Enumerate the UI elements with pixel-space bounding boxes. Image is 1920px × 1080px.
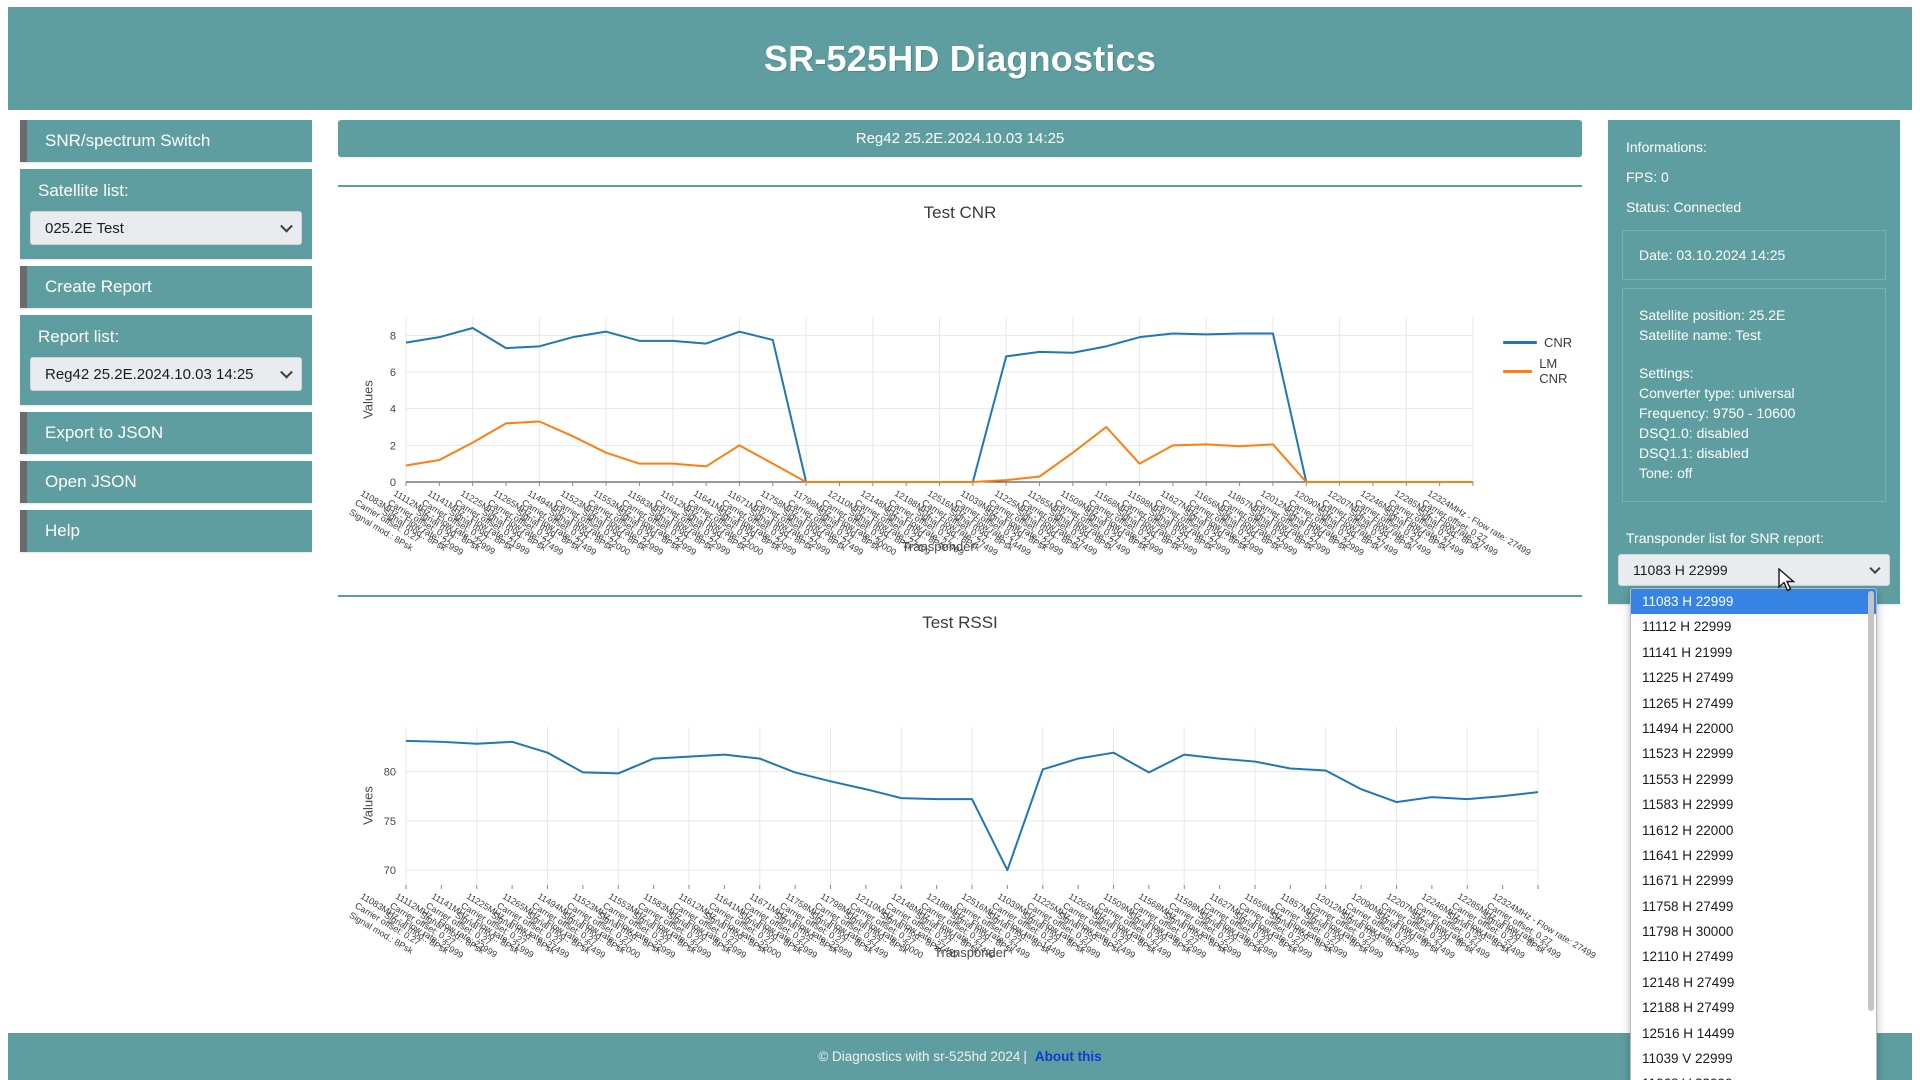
info-tone: Tone: off <box>1639 465 1693 481</box>
app-root: SR-525HD Diagnostics SNR/spectrum Switch… <box>0 0 1920 1080</box>
info-settings-heading: Settings: <box>1639 365 1694 381</box>
y-axis-tick-label: 6 <box>390 367 396 379</box>
y-axis-label: Values <box>360 379 376 419</box>
dropdown-option[interactable]: 11553 H 22999 <box>1631 767 1876 792</box>
chart-test-cnr: Test CNR 0 2 4 6 8 Values 11083MHz - Flow rate… <box>338 187 1582 567</box>
transponder-list-select[interactable]: 11083 H 22999 <box>1618 554 1890 586</box>
dropdown-option[interactable]: 11798 H 30000 <box>1631 919 1876 944</box>
legend-item: CNR <box>1503 335 1582 350</box>
dropdown-option[interactable]: 11141 H 21999 <box>1631 640 1876 665</box>
y-axis-tick-label: 70 <box>384 865 396 877</box>
y-axis-tick-label: 75 <box>384 816 396 828</box>
x-axis-label: Transponder <box>901 539 975 554</box>
chevron-down-icon <box>280 365 293 379</box>
info-fps: FPS: 0 <box>1626 169 1669 185</box>
sidebar: SNR/spectrum Switch Satellite list: 025.… <box>20 120 312 559</box>
footer-copyright: © Diagnostics with sr-525hd 2024 <box>818 1049 1021 1064</box>
help-button[interactable]: Help <box>20 510 312 552</box>
info-date: Date: 03.10.2024 14:25 <box>1639 247 1786 263</box>
report-list-label: Report list: <box>38 327 120 346</box>
y-axis-tick-label: 2 <box>390 440 396 452</box>
dropdown-option[interactable]: 11641 H 22999 <box>1631 843 1876 868</box>
satellite-list-group: Satellite list: 025.2E Test <box>20 169 312 259</box>
dropdown-option[interactable]: 11671 H 22999 <box>1631 868 1876 893</box>
satellite-list-select[interactable]: 025.2E Test <box>30 211 302 245</box>
legend-label: CNR <box>1544 335 1573 350</box>
dropdown-option[interactable]: 11068 V 22999 <box>1631 1071 1876 1080</box>
dropdown-option[interactable]: 12110 H 27499 <box>1631 944 1876 969</box>
info-dsq11: DSQ1.1: disabled <box>1639 445 1749 461</box>
y-axis-tick-label: 8 <box>390 330 396 342</box>
page-title: SR-525HD Diagnostics <box>763 37 1157 79</box>
chart-canvas: 0 2 4 6 8 <box>390 317 1474 489</box>
site-header: SR-525HD Diagnostics <box>8 7 1912 110</box>
dropdown-option[interactable]: 11758 H 27499 <box>1631 894 1876 919</box>
info-heading: Informations: <box>1626 139 1707 155</box>
info-converter-type: Converter type: universal <box>1639 385 1795 401</box>
report-list-value: Reg42 25.2E.2024.10.03 14:25 <box>45 365 254 383</box>
y-axis-tick-label: 4 <box>390 404 396 416</box>
legend-label: LM CNR <box>1539 356 1568 386</box>
report-list-group: Report list: Reg42 25.2E.2024.10.03 14:2… <box>20 315 312 405</box>
satellite-list-label: Satellite list: <box>38 181 129 200</box>
export-to-json-button[interactable]: Export to JSON <box>20 412 312 454</box>
create-report-button[interactable]: Create Report <box>20 266 312 308</box>
info-status: Status: Connected <box>1626 199 1742 215</box>
chart-test-rssi: Test RSSI 70 75 80 Values 11083MHz - Flow ra… <box>338 597 1598 977</box>
dropdown-option[interactable]: 12516 H 14499 <box>1631 1021 1876 1046</box>
x-axis-label: Transponder <box>934 945 1008 960</box>
dropdown-option[interactable]: 11494 H 22000 <box>1631 716 1876 741</box>
dropdown-option[interactable]: 11523 H 22999 <box>1631 741 1876 766</box>
chart-canvas: 70 75 80 <box>384 727 1539 889</box>
info-date-card: Date: 03.10.2024 14:25 <box>1622 230 1886 280</box>
y-axis-tick-label: 0 <box>390 477 396 489</box>
legend-item: LM CNR <box>1503 356 1582 386</box>
dropdown-option[interactable]: 12148 H 27499 <box>1631 970 1876 995</box>
dropdown-option[interactable]: 11083 H 22999 <box>1631 589 1876 615</box>
chevron-down-icon <box>280 219 293 233</box>
main-content: Reg42 25.2E.2024.10.03 14:25 Test CNR 02… <box>338 120 1598 977</box>
info-sat-position: Satellite position: 25.2E <box>1639 307 1786 323</box>
satellite-list-value: 025.2E Test <box>45 219 124 237</box>
dropdown-option[interactable]: 11112 H 22999 <box>1631 614 1876 639</box>
legend-swatch <box>1503 369 1533 373</box>
site-footer: © Diagnostics with sr-525hd 2024 | About… <box>8 1033 1912 1080</box>
dropdown-option[interactable]: 11265 H 27499 <box>1631 691 1876 716</box>
report-list-select[interactable]: Reg42 25.2E.2024.10.03 14:25 <box>30 357 302 391</box>
information-panel: Informations: FPS: 0 Status: Connected D… <box>1608 120 1900 520</box>
dropdown-scrollbar[interactable] <box>1868 591 1874 1011</box>
dropdown-option[interactable]: 11225 H 27499 <box>1631 665 1876 690</box>
footer-separator: | <box>1023 1049 1027 1064</box>
transponder-dropdown-list[interactable]: 11083 H 22999 11112 H 22999 11141 H 21999 1… <box>1630 588 1877 1080</box>
info-settings-card: Satellite position: 25.2E Satellite name… <box>1622 288 1886 502</box>
about-this-link[interactable]: About this <box>1035 1049 1102 1064</box>
transponder-list-label: Transponder list for SNR report: <box>1626 530 1824 546</box>
info-dsq10: DSQ1.0: disabled <box>1639 425 1749 441</box>
y-axis-tick-label: 80 <box>384 766 396 778</box>
dropdown-option[interactable]: 12188 H 27499 <box>1631 995 1876 1020</box>
transponder-list-value: 11083 H 22999 <box>1633 562 1728 578</box>
dropdown-option[interactable]: 11039 V 22999 <box>1631 1046 1876 1071</box>
report-title-bar: Reg42 25.2E.2024.10.03 14:25 <box>338 120 1582 157</box>
info-sat-name: Satellite name: Test <box>1639 327 1761 343</box>
dropdown-option[interactable]: 11583 H 22999 <box>1631 792 1876 817</box>
legend-swatch <box>1503 341 1537 344</box>
info-frequency: Frequency: 9750 - 10600 <box>1639 405 1796 421</box>
dropdown-option[interactable]: 11612 H 22000 <box>1631 818 1876 843</box>
chevron-down-icon <box>1869 562 1881 575</box>
snr-spectrum-switch-button[interactable]: SNR/spectrum Switch <box>20 120 312 162</box>
open-json-button[interactable]: Open JSON <box>20 461 312 503</box>
chart-legend: CNR LM CNR <box>1503 335 1582 392</box>
y-axis-label: Values <box>360 786 376 825</box>
